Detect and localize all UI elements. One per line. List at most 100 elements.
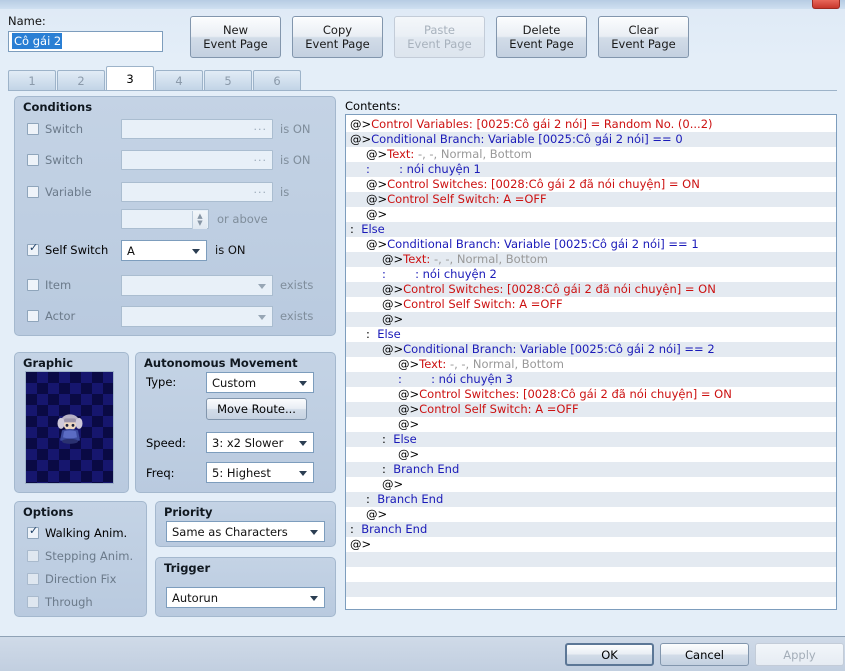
options-group: Options Walking Anim. Stepping Anim. Dir… <box>14 501 147 617</box>
chevron-down-icon[interactable] <box>310 596 318 601</box>
chevron-down-icon[interactable] <box>258 284 266 289</box>
condition-item-row[interactable]: Item <box>27 275 71 295</box>
priority-dropdown[interactable]: Same as Characters <box>166 521 325 542</box>
chevron-down-icon[interactable] <box>310 530 318 535</box>
tab-page-5[interactable]: 5 <box>204 70 252 90</box>
event-command-line[interactable]: @>Control Variables: [0025:Cô gái 2 nói]… <box>350 117 713 132</box>
event-command-line[interactable]: : : nói chuyện 1 <box>366 162 481 177</box>
tab-page-6[interactable]: 6 <box>253 70 301 90</box>
tab-page-3[interactable]: 3 <box>106 66 154 90</box>
move-route-button-label: Move Route... <box>217 402 296 416</box>
event-command-text: @> <box>382 282 404 296</box>
event-command-line[interactable]: @> <box>366 507 387 522</box>
name-input[interactable]: Cô gái 2 <box>8 31 163 52</box>
condition-actor-dropdown[interactable] <box>121 306 273 327</box>
option-through-row[interactable]: Through <box>27 592 93 612</box>
event-command-line[interactable]: @>Control Switches: [0028:Cô gái 2 đã nó… <box>366 177 700 192</box>
chevron-down-icon[interactable] <box>258 315 266 320</box>
event-command-line[interactable]: @>Control Switches: [0028:Cô gái 2 đã nó… <box>398 387 732 402</box>
condition-self-switch-row[interactable]: Self Switch <box>27 240 108 260</box>
option-stepping-anim-row[interactable]: Stepping Anim. <box>27 546 133 566</box>
movement-speed-dropdown[interactable]: 3: x2 Slower <box>206 432 314 453</box>
event-command-line[interactable]: : Else <box>382 432 417 447</box>
character-sprite-preview[interactable] <box>25 371 114 484</box>
condition-switch-2-row[interactable]: Switch <box>27 150 83 170</box>
event-command-line[interactable]: : Branch End <box>350 522 427 537</box>
event-command-line[interactable]: @> <box>382 477 403 492</box>
tab-page-2[interactable]: 2 <box>57 70 105 90</box>
copy-event-page-button[interactable]: Copy Event Page <box>292 16 383 58</box>
clear-event-page-line2: Event Page <box>611 37 676 51</box>
option-walking-anim-row[interactable]: Walking Anim. <box>27 523 127 543</box>
condition-switch-1-ellipsis-icon[interactable]: ··· <box>254 123 268 136</box>
event-command-line[interactable]: : : nói chuyện 3 <box>398 372 513 387</box>
condition-switch-2-checkbox[interactable] <box>27 154 39 166</box>
move-route-button[interactable]: Move Route... <box>206 398 307 420</box>
tab-page-4[interactable]: 4 <box>155 70 203 90</box>
event-command-line[interactable]: : Else <box>366 327 401 342</box>
event-command-line[interactable]: @> <box>398 417 419 432</box>
cancel-button[interactable]: Cancel <box>660 643 749 666</box>
condition-actor-row[interactable]: Actor <box>27 306 75 326</box>
event-command-line[interactable]: @>Control Self Switch: A =OFF <box>398 402 579 417</box>
option-direction-fix-row[interactable]: Direction Fix <box>27 569 116 589</box>
condition-variable-ellipsis-icon[interactable]: ··· <box>254 186 268 199</box>
delete-event-page-button[interactable]: Delete Event Page <box>496 16 587 58</box>
event-command-text: Control Switches: [0028:Cô gái 2 đã nói … <box>419 387 732 401</box>
option-through-checkbox[interactable] <box>27 596 39 608</box>
event-command-line[interactable]: @>Conditional Branch: Variable [0025:Cô … <box>366 237 699 252</box>
event-command-line[interactable]: @>Text: -, -, Normal, Bottom <box>366 147 532 162</box>
condition-item-checkbox[interactable] <box>27 279 39 291</box>
condition-switch-2-ellipsis-icon[interactable]: ··· <box>254 154 268 167</box>
movement-freq-dropdown[interactable]: 5: Highest <box>206 462 314 483</box>
option-direction-fix-checkbox[interactable] <box>27 573 39 585</box>
tab-page-1[interactable]: 1 <box>8 70 56 90</box>
condition-variable-value-spinner[interactable]: ▲ ▼ <box>121 209 209 229</box>
chevron-down-icon[interactable] <box>299 471 307 476</box>
condition-self-switch-checkbox[interactable] <box>27 242 39 256</box>
option-stepping-anim-checkbox[interactable] <box>27 550 39 562</box>
event-command-line[interactable]: @>Conditional Branch: Variable [0025:Cô … <box>350 132 683 147</box>
event-command-line[interactable]: @>Conditional Branch: Variable [0025:Cô … <box>382 342 715 357</box>
condition-variable-field[interactable]: ··· <box>121 182 273 202</box>
event-command-line[interactable]: @> <box>398 447 419 462</box>
event-command-line[interactable]: : : nói chuyện 2 <box>382 267 497 282</box>
event-command-text: : <box>350 222 362 236</box>
condition-item-dropdown[interactable] <box>121 275 273 296</box>
condition-switch-1-row[interactable]: Switch <box>27 119 83 139</box>
condition-variable-checkbox[interactable] <box>27 186 39 198</box>
event-command-line[interactable]: @>Text: -, -, Normal, Bottom <box>382 252 548 267</box>
chevron-down-icon[interactable] <box>299 441 307 446</box>
clear-event-page-button[interactable]: Clear Event Page <box>598 16 689 58</box>
event-command-line[interactable]: @>Control Switches: [0028:Cô gái 2 đã nó… <box>382 282 716 297</box>
event-command-line[interactable]: @> <box>350 537 371 552</box>
event-command-line[interactable]: : Branch End <box>366 492 443 507</box>
condition-variable-row[interactable]: Variable <box>27 182 92 202</box>
condition-self-switch-dropdown[interactable]: A <box>121 240 207 261</box>
condition-actor-checkbox[interactable] <box>27 310 39 322</box>
option-walking-anim-checkbox[interactable] <box>27 525 39 539</box>
event-commands-list[interactable]: @>Control Variables: [0025:Cô gái 2 nói]… <box>345 114 837 610</box>
event-command-line[interactable]: @>Control Self Switch: A =OFF <box>382 297 563 312</box>
movement-type-dropdown[interactable]: Custom <box>206 372 314 393</box>
trigger-value: Autorun <box>172 590 219 605</box>
chevron-down-icon[interactable] <box>192 249 200 254</box>
ok-button[interactable]: OK <box>565 643 654 666</box>
chevron-down-icon[interactable] <box>299 381 307 386</box>
event-command-text: @> <box>398 402 420 416</box>
event-command-line[interactable]: @>Text: -, -, Normal, Bottom <box>398 357 564 372</box>
event-command-line[interactable]: @> <box>382 312 403 327</box>
close-icon[interactable] <box>812 0 840 9</box>
spinner-arrows-icon[interactable]: ▲ ▼ <box>192 211 207 229</box>
condition-switch-1-checkbox[interactable] <box>27 123 39 135</box>
event-command-line[interactable]: : Branch End <box>382 462 459 477</box>
condition-switch-1-field[interactable]: ··· <box>121 119 273 139</box>
event-command-line[interactable]: : Else <box>350 222 385 237</box>
clear-event-page-line1: Clear <box>628 23 659 37</box>
condition-switch-2-field[interactable]: ··· <box>121 150 273 170</box>
new-event-page-button[interactable]: New Event Page <box>190 16 281 58</box>
trigger-title: Trigger <box>164 561 211 575</box>
trigger-dropdown[interactable]: Autorun <box>166 587 325 608</box>
event-command-line[interactable]: @>Control Self Switch: A =OFF <box>366 192 547 207</box>
event-command-line[interactable]: @> <box>366 207 387 222</box>
